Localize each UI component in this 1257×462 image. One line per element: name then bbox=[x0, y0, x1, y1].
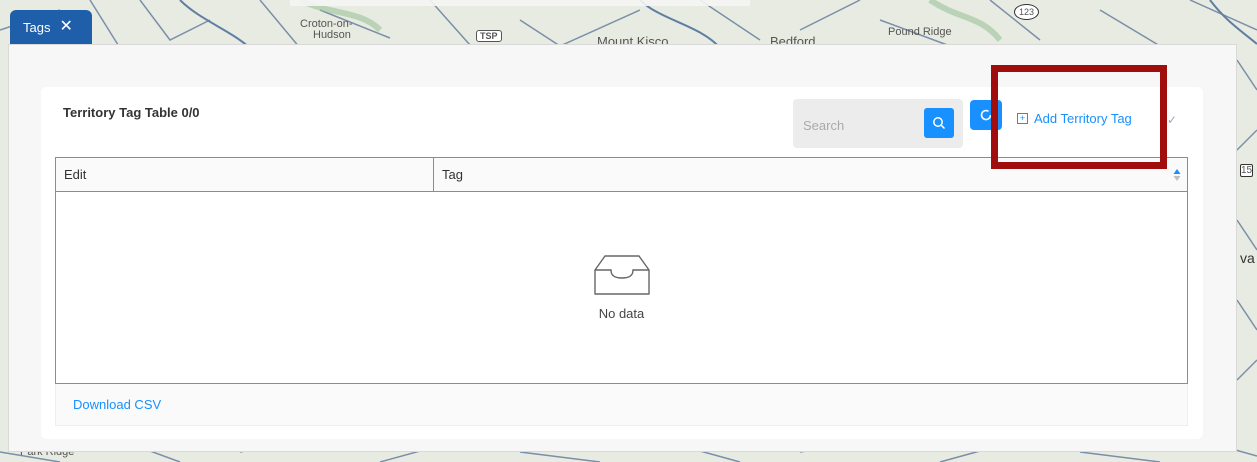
map-label-hudson: Hudson bbox=[313, 29, 351, 41]
page-title: Territory Tag Table 0/0 bbox=[63, 105, 200, 120]
highlight-box bbox=[991, 65, 1167, 169]
empty-state: No data bbox=[56, 192, 1187, 383]
territory-tag-table: Edit Tag No data bbox=[55, 157, 1188, 384]
close-icon[interactable]: ✕ bbox=[59, 19, 72, 35]
column-header-edit: Edit bbox=[56, 158, 434, 191]
download-csv-link[interactable]: Download CSV bbox=[73, 397, 161, 412]
search-input[interactable] bbox=[801, 113, 917, 137]
map-label-pound-ridge: Pound Ridge bbox=[888, 26, 952, 38]
search-box bbox=[793, 99, 963, 148]
map-label-tsp: TSP bbox=[476, 30, 502, 42]
empty-state-text: No data bbox=[598, 306, 645, 321]
map-label-route-15: 15 bbox=[1240, 164, 1254, 177]
sort-icon[interactable] bbox=[1173, 168, 1181, 182]
search-button[interactable] bbox=[924, 108, 954, 138]
table-footer: Download CSV bbox=[55, 384, 1188, 426]
search-icon bbox=[933, 117, 946, 130]
chevron-down-icon[interactable]: ✓ bbox=[1167, 113, 1177, 127]
tab-label: Tags bbox=[23, 19, 51, 35]
map-label-edge-va: va bbox=[1240, 250, 1255, 266]
inbox-icon bbox=[593, 255, 650, 295]
tab-tags[interactable]: Tags ✕ bbox=[10, 10, 92, 44]
column-header-tag-label: Tag bbox=[442, 167, 463, 182]
map-label-route-123: 123 bbox=[1014, 4, 1040, 20]
